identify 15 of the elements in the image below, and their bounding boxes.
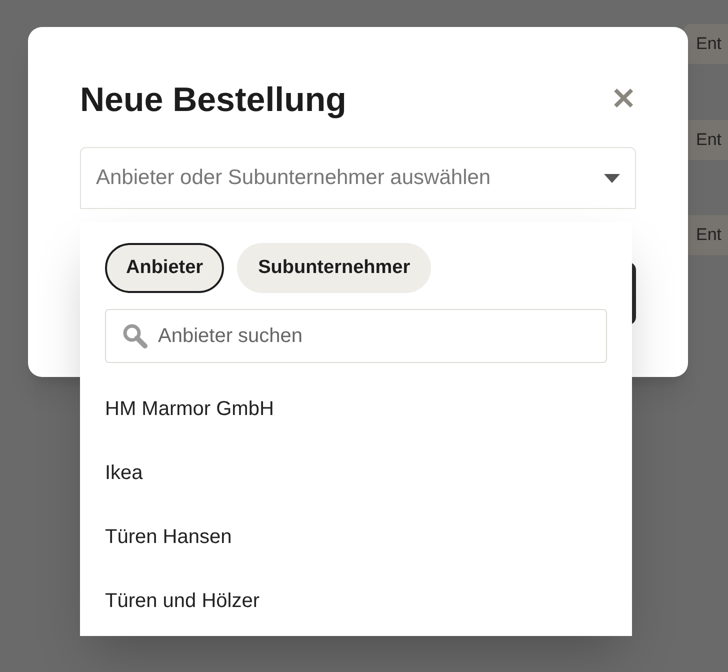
filter-chip[interactable]: Anbieter	[105, 243, 224, 293]
status-chip: Ent	[684, 24, 728, 64]
filter-chip[interactable]: Subunternehmer	[237, 243, 432, 293]
supplier-select[interactable]: Anbieter oder Subunternehmer auswählen	[80, 147, 636, 209]
dropdown-option[interactable]: HM Marmor GmbH	[105, 377, 607, 441]
dropdown-option[interactable]: Türen Hansen	[105, 505, 607, 569]
search-icon	[122, 323, 148, 349]
close-button[interactable]: ✕	[611, 85, 636, 115]
caret-icon	[604, 174, 620, 182]
search-input[interactable]: Anbieter suchen	[158, 321, 590, 351]
dropdown-option[interactable]: Ikea	[105, 441, 607, 505]
dialog-title: Neue Bestellung	[80, 83, 346, 117]
select-placeholder: Anbieter oder Subunternehmer auswählen	[96, 165, 491, 192]
dropdown-option[interactable]: Türen und Hölzer	[105, 569, 607, 633]
search-field[interactable]: Anbieter suchen	[105, 309, 607, 363]
